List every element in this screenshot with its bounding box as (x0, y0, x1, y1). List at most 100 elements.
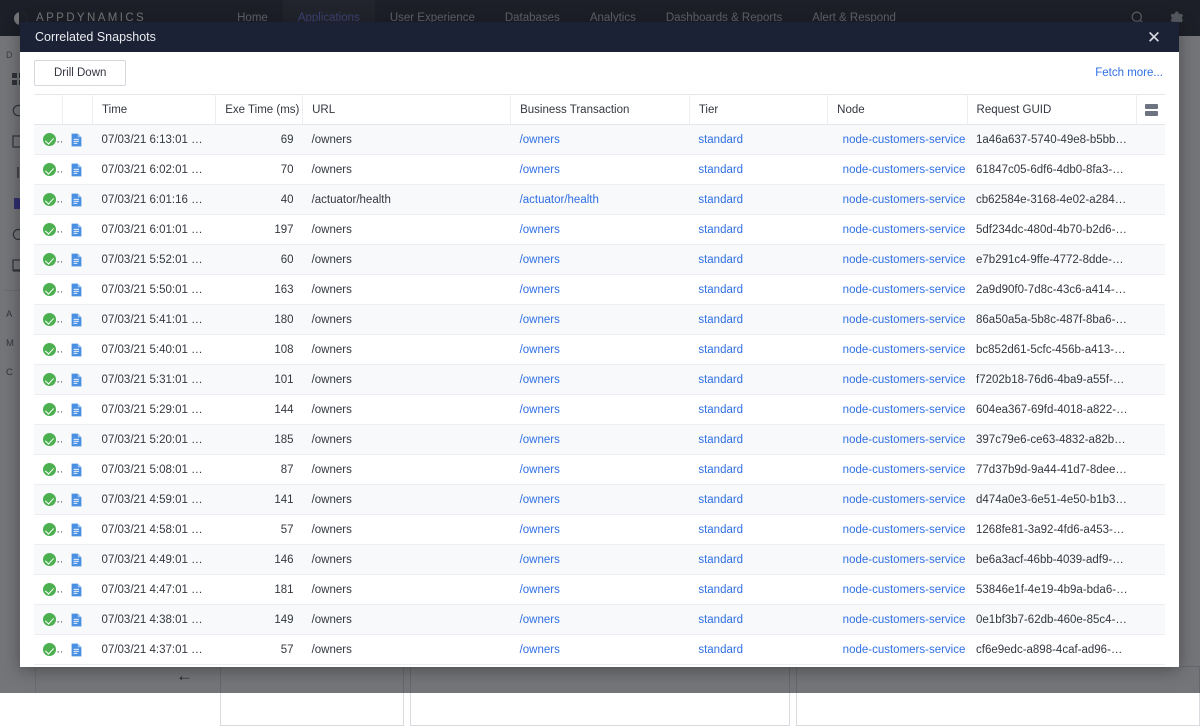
col-header-settings[interactable] (1137, 95, 1165, 125)
row-business-transaction[interactable]: /owners (511, 335, 690, 365)
row-node[interactable]: node-customers-service (828, 605, 967, 635)
table-row[interactable]: 07/03/21 5:31:01 PM101/owners/ownersstan… (34, 365, 1165, 395)
row-node[interactable]: node-customers-service (828, 515, 967, 545)
row-tier[interactable]: standard (689, 185, 827, 215)
row-business-transaction[interactable]: /owners (511, 515, 690, 545)
row-tier[interactable]: standard (689, 365, 827, 395)
table-row[interactable]: 07/03/21 4:38:01 PM149/owners/ownersstan… (34, 605, 1165, 635)
row-snapshot-doc-cell[interactable] (62, 455, 92, 485)
row-snapshot-doc-cell[interactable] (62, 125, 92, 155)
row-snapshot-doc-cell[interactable] (62, 395, 92, 425)
row-business-transaction[interactable]: /owners (511, 365, 690, 395)
table-row[interactable]: 07/03/21 4:59:01 PM141/owners/ownersstan… (34, 485, 1165, 515)
row-business-transaction[interactable]: /owners (511, 425, 690, 455)
row-snapshot-doc-cell[interactable] (62, 635, 92, 665)
row-snapshot-doc-cell[interactable] (62, 185, 92, 215)
snapshot-document-icon[interactable] (71, 283, 82, 297)
row-node[interactable]: node-customers-service (828, 635, 967, 665)
row-business-transaction[interactable]: /owners (511, 485, 690, 515)
row-node[interactable]: node-customers-service (828, 275, 967, 305)
row-node[interactable]: node-customers-service (828, 215, 967, 245)
col-header-url[interactable]: URL (303, 95, 511, 125)
row-tier[interactable]: standard (689, 635, 827, 665)
row-business-transaction[interactable]: /actuator/health (511, 185, 690, 215)
table-row[interactable]: 07/03/21 4:47:01 PM181/owners/ownersstan… (34, 575, 1165, 605)
row-snapshot-doc-cell[interactable] (62, 485, 92, 515)
table-row[interactable]: 07/03/21 6:01:01 PM197/owners/ownersstan… (34, 215, 1165, 245)
row-business-transaction[interactable]: /owners (511, 215, 690, 245)
row-snapshot-doc-cell[interactable] (62, 515, 92, 545)
row-tier[interactable]: standard (689, 515, 827, 545)
snapshot-document-icon[interactable] (71, 613, 82, 627)
row-node[interactable]: node-customers-service (828, 245, 967, 275)
row-tier[interactable]: standard (689, 155, 827, 185)
row-tier[interactable]: standard (689, 245, 827, 275)
snapshot-document-icon[interactable] (71, 373, 82, 387)
col-header-exe-time[interactable]: Exe Time (ms) (216, 95, 303, 125)
table-row[interactable]: 07/03/21 6:02:01 PM70/owners/ownersstand… (34, 155, 1165, 185)
row-snapshot-doc-cell[interactable] (62, 425, 92, 455)
row-business-transaction[interactable]: /owners (511, 455, 690, 485)
row-snapshot-doc-cell[interactable] (62, 305, 92, 335)
row-node[interactable]: node-customers-service (828, 485, 967, 515)
row-node[interactable]: node-customers-service (828, 305, 967, 335)
snapshot-document-icon[interactable] (71, 343, 82, 357)
snapshot-document-icon[interactable] (71, 403, 82, 417)
col-header-business-transaction[interactable]: Business Transaction (511, 95, 690, 125)
row-tier[interactable]: standard (689, 575, 827, 605)
row-snapshot-doc-cell[interactable] (62, 575, 92, 605)
table-row[interactable]: 07/03/21 5:20:01 PM185/owners/ownersstan… (34, 425, 1165, 455)
row-tier[interactable]: standard (689, 125, 827, 155)
row-node[interactable]: node-customers-service (828, 365, 967, 395)
fetch-more-link[interactable]: Fetch more... (1095, 67, 1163, 79)
row-business-transaction[interactable]: /owners (511, 575, 690, 605)
row-snapshot-doc-cell[interactable] (62, 275, 92, 305)
row-business-transaction[interactable]: /owners (511, 125, 690, 155)
table-row[interactable]: 07/03/21 6:13:01 PM69/owners/ownersstand… (34, 125, 1165, 155)
col-header-node[interactable]: Node (828, 95, 967, 125)
row-tier[interactable]: standard (689, 395, 827, 425)
snapshot-document-icon[interactable] (71, 493, 82, 507)
row-node[interactable]: node-customers-service (828, 575, 967, 605)
row-business-transaction[interactable]: /owners (511, 545, 690, 575)
table-row[interactable]: 07/03/21 4:58:01 PM57/owners/ownersstand… (34, 515, 1165, 545)
table-row[interactable]: 07/03/21 4:37:01 PM57/owners/ownersstand… (34, 635, 1165, 665)
row-business-transaction[interactable]: /owners (511, 155, 690, 185)
snapshot-document-icon[interactable] (71, 523, 82, 537)
row-tier[interactable]: standard (689, 425, 827, 455)
column-settings-icon[interactable] (1146, 104, 1156, 116)
row-business-transaction[interactable]: /owners (511, 605, 690, 635)
row-node[interactable]: node-customers-service (828, 395, 967, 425)
row-snapshot-doc-cell[interactable] (62, 335, 92, 365)
col-header-tier[interactable]: Tier (689, 95, 827, 125)
row-business-transaction[interactable]: /owners (511, 635, 690, 665)
row-node[interactable]: node-customers-service (828, 335, 967, 365)
row-snapshot-doc-cell[interactable] (62, 155, 92, 185)
table-row[interactable]: 07/03/21 4:49:01 PM146/owners/ownersstan… (34, 545, 1165, 575)
col-header-time[interactable]: Time (93, 95, 216, 125)
row-node[interactable]: node-customers-service (828, 545, 967, 575)
close-icon[interactable]: ✕ (1141, 22, 1167, 52)
table-row[interactable]: 07/03/21 5:41:01 PM180/owners/ownersstan… (34, 305, 1165, 335)
row-business-transaction[interactable]: /owners (511, 395, 690, 425)
row-node[interactable]: node-customers-service (828, 455, 967, 485)
snapshot-document-icon[interactable] (71, 553, 82, 567)
row-business-transaction[interactable]: /owners (511, 275, 690, 305)
row-node[interactable]: node-customers-service (828, 425, 967, 455)
col-header-request-guid[interactable]: Request GUID (967, 95, 1137, 125)
row-business-transaction[interactable]: /owners (511, 245, 690, 275)
row-tier[interactable]: standard (689, 605, 827, 635)
col-header-status[interactable] (34, 95, 62, 125)
snapshot-document-icon[interactable] (71, 223, 82, 237)
snapshot-document-icon[interactable] (71, 133, 82, 147)
snapshot-document-icon[interactable] (71, 463, 82, 477)
row-node[interactable]: node-customers-service (828, 155, 967, 185)
row-tier[interactable]: standard (689, 485, 827, 515)
row-tier[interactable]: standard (689, 275, 827, 305)
col-header-doc[interactable] (62, 95, 92, 125)
drill-down-button[interactable]: Drill Down (34, 60, 126, 86)
snapshot-document-icon[interactable] (71, 313, 82, 327)
row-tier[interactable]: standard (689, 215, 827, 245)
snapshot-document-icon[interactable] (71, 643, 82, 657)
snapshot-document-icon[interactable] (71, 433, 82, 447)
